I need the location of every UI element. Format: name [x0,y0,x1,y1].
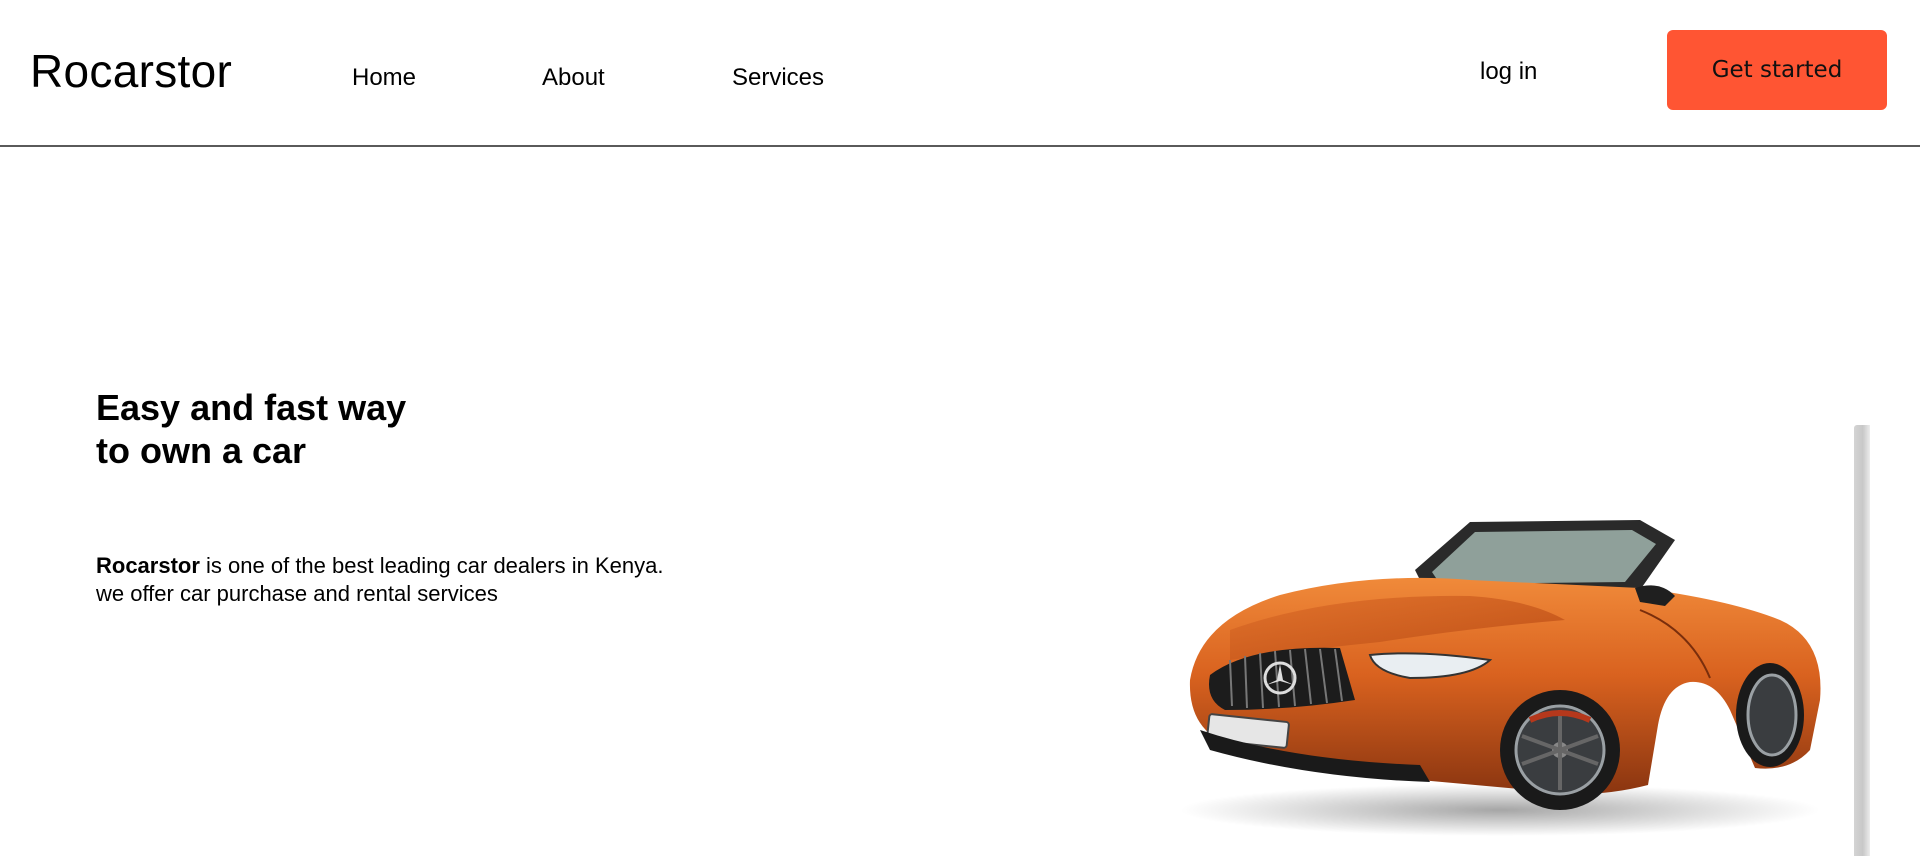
car-shadow [1180,784,1820,836]
car-image [1180,520,1821,836]
top-navbar: Rocarstor Home About Services log in Get… [0,0,1920,147]
side-panel-shadow [1854,425,1870,856]
hero-title: Easy and fast way to own a car [96,386,556,472]
get-started-button[interactable]: Get started [1667,30,1887,110]
nav-link-home[interactable]: Home [352,64,416,92]
hero-title-line-1: Easy and fast way [96,387,407,428]
hero-title-line-2: to own a car [96,430,307,471]
car-front-wheel [1500,690,1620,810]
hero-description-line-1: Rocarstor is one of the best leading car… [96,552,796,580]
hero-description: Rocarstor is one of the best leading car… [96,552,796,608]
brand-logo[interactable]: Rocarstor [30,44,232,98]
hero-description-line-2: we offer car purchase and rental service… [96,581,498,606]
nav-link-about[interactable]: About [542,64,605,92]
hero-description-brand: Rocarstor [96,553,200,578]
car-rear-wheel [1736,663,1804,767]
nav-link-services[interactable]: Services [732,64,824,92]
login-link[interactable]: log in [1480,58,1537,86]
hero-description-text: is one of the best leading car dealers i… [199,553,664,578]
